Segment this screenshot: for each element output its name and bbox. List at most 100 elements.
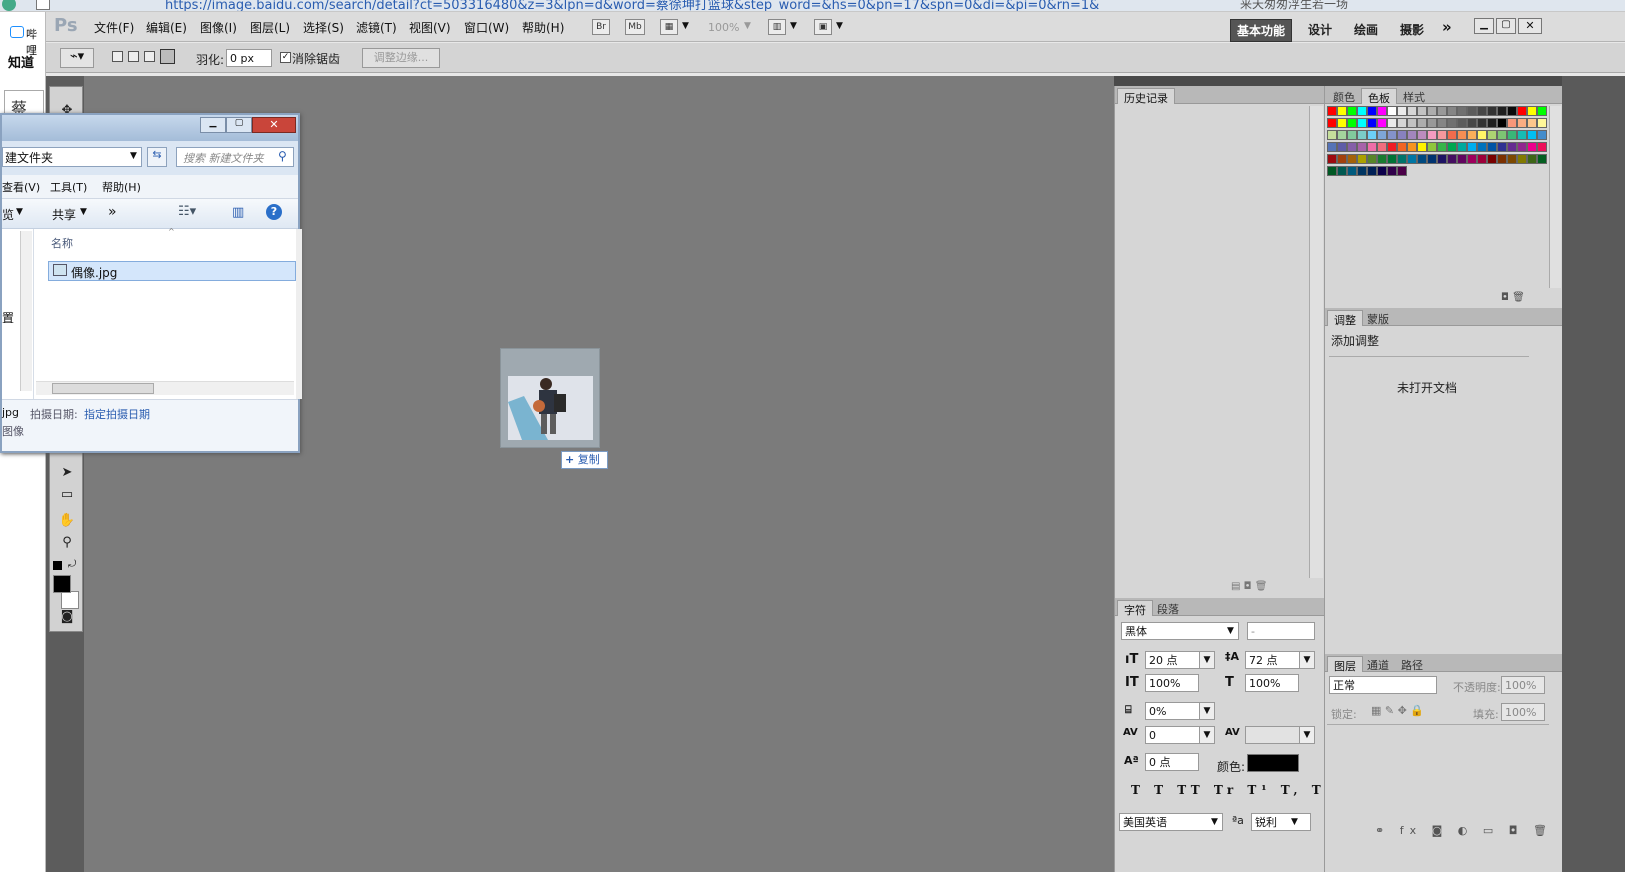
color-swatch[interactable]: [1487, 130, 1497, 140]
file-name[interactable]: 偶像.jpg: [71, 264, 117, 281]
browse-chevron-icon[interactable]: ▼: [16, 207, 23, 217]
explorer-search-input[interactable]: 搜索 新建文件夹: [176, 147, 294, 167]
color-swatch[interactable]: [1437, 154, 1447, 164]
browser-tab-title[interactable]: 来天匆匆浮生若一场: [1240, 0, 1348, 11]
color-swatch[interactable]: [1527, 130, 1537, 140]
color-swatch[interactable]: [1517, 154, 1527, 164]
color-swatch[interactable]: [1457, 130, 1467, 140]
history-footer-icons[interactable]: ▤ ◘ 🗑: [1231, 581, 1267, 592]
lock-icons[interactable]: ▦ ✎ ✥ 🔒: [1371, 704, 1424, 717]
color-swatch[interactable]: [1477, 106, 1487, 116]
color-swatch[interactable]: [1537, 130, 1547, 140]
address-chevron-icon[interactable]: ▼: [130, 151, 137, 161]
color-swatch[interactable]: [1417, 142, 1427, 152]
color-swatch[interactable]: [1497, 154, 1507, 164]
color-swatch[interactable]: [1437, 106, 1447, 116]
screen-mode-icon[interactable]: ▣: [814, 19, 832, 35]
column-header-name[interactable]: 名称: [51, 235, 73, 251]
menu-image[interactable]: 图像(I): [200, 19, 237, 36]
kerning-input[interactable]: 0: [1145, 726, 1201, 744]
explorer-address[interactable]: 建文件夹: [2, 147, 142, 167]
color-swatch[interactable]: [1327, 130, 1337, 140]
color-swatch[interactable]: [1367, 142, 1377, 152]
color-swatch[interactable]: [1377, 142, 1387, 152]
horizontal-scale-input[interactable]: 100%: [1245, 674, 1299, 692]
menu-tools-explorer[interactable]: 工具(T): [50, 179, 87, 195]
color-swatch[interactable]: [1487, 118, 1497, 128]
help-icon[interactable]: ?: [266, 204, 282, 220]
extras-icon[interactable]: ▦: [660, 19, 678, 35]
color-swatch[interactable]: [1527, 118, 1537, 128]
color-swatch[interactable]: [1327, 106, 1337, 116]
color-swatch[interactable]: [1507, 154, 1517, 164]
color-swatch[interactable]: [1437, 118, 1447, 128]
browser-back-icon[interactable]: [36, 0, 50, 10]
menu-select[interactable]: 选择(S): [303, 19, 344, 36]
foreground-color-swatch[interactable]: [53, 575, 71, 593]
text-style-buttons[interactable]: T T TT Tr T¹ T, T T: [1131, 783, 1349, 797]
workspace-design[interactable]: 设计: [1302, 19, 1338, 40]
color-swatch[interactable]: [1377, 118, 1387, 128]
color-swatch[interactable]: [1377, 106, 1387, 116]
color-swatch[interactable]: [1537, 142, 1547, 152]
color-swatch[interactable]: [1527, 142, 1537, 152]
color-swatch[interactable]: [1507, 106, 1517, 116]
swatch-grid[interactable]: [1327, 106, 1549, 296]
color-swatch[interactable]: [1377, 154, 1387, 164]
zhidao-link[interactable]: 知道: [8, 52, 34, 71]
history-scrollbar[interactable]: [1309, 106, 1323, 578]
color-swatch[interactable]: [1407, 130, 1417, 140]
antialias-chevron-icon[interactable]: ▼: [1291, 817, 1298, 827]
color-swatch[interactable]: [1337, 106, 1347, 116]
color-swatch[interactable]: [1347, 130, 1357, 140]
color-swatch[interactable]: [1367, 106, 1377, 116]
font-style-select[interactable]: -: [1247, 622, 1315, 640]
arrange-docs-icon[interactable]: ▥: [768, 19, 786, 35]
color-swatch[interactable]: [1397, 166, 1407, 176]
screen-mode-chevron-icon[interactable]: ▼: [836, 21, 843, 31]
color-swatch[interactable]: [1367, 118, 1377, 128]
color-swatch[interactable]: [1537, 118, 1547, 128]
color-swatch[interactable]: [1477, 154, 1487, 164]
color-swatch[interactable]: [1337, 154, 1347, 164]
color-swatch[interactable]: [1497, 142, 1507, 152]
color-swatch[interactable]: [1327, 166, 1337, 176]
tab-layers[interactable]: 图层: [1327, 656, 1363, 673]
feather-input[interactable]: 0 px: [226, 49, 272, 67]
default-colors-icon[interactable]: [53, 561, 62, 570]
color-swatch[interactable]: [1337, 142, 1347, 152]
color-swatch[interactable]: [1447, 130, 1457, 140]
color-swatch[interactable]: [1377, 130, 1387, 140]
color-swatch[interactable]: [1397, 142, 1407, 152]
tab-adjustments[interactable]: 调整: [1327, 310, 1363, 327]
color-swatch[interactable]: [1387, 166, 1397, 176]
refresh-icon[interactable]: ⇆: [147, 147, 167, 167]
language-chevron-icon[interactable]: ▼: [1211, 817, 1218, 827]
color-swatch[interactable]: [1487, 106, 1497, 116]
view-options-icon[interactable]: ☷▾: [178, 204, 196, 219]
color-swatch[interactable]: [1347, 118, 1357, 128]
swatches-scrollbar[interactable]: [1549, 106, 1561, 288]
color-swatch[interactable]: [1517, 142, 1527, 152]
preview-pane-icon[interactable]: ▥: [232, 205, 244, 220]
color-swatch[interactable]: [1507, 118, 1517, 128]
new-selection-icon[interactable]: [112, 51, 123, 62]
color-swatch[interactable]: [1357, 130, 1367, 140]
search-icon[interactable]: ⚲: [278, 149, 287, 163]
zoom-level[interactable]: 100%: [708, 21, 739, 34]
color-swatch[interactable]: [1447, 106, 1457, 116]
color-swatch[interactable]: [1427, 130, 1437, 140]
color-swatch[interactable]: [1507, 130, 1517, 140]
swatches-footer-icons[interactable]: ◘ 🗑: [1501, 292, 1525, 303]
color-swatch[interactable]: [1397, 130, 1407, 140]
text-color-swatch[interactable]: [1247, 754, 1299, 772]
color-swatch[interactable]: [1467, 106, 1477, 116]
font-family-chevron-icon[interactable]: ▼: [1227, 626, 1234, 636]
color-swatch[interactable]: [1407, 154, 1417, 164]
color-swatch[interactable]: [1517, 118, 1527, 128]
menu-help[interactable]: 帮助(H): [522, 19, 564, 36]
color-swatch[interactable]: [1527, 154, 1537, 164]
tab-paths[interactable]: 路径: [1395, 656, 1429, 672]
color-swatch[interactable]: [1477, 130, 1487, 140]
toolbar-browse[interactable]: 览: [2, 206, 14, 223]
